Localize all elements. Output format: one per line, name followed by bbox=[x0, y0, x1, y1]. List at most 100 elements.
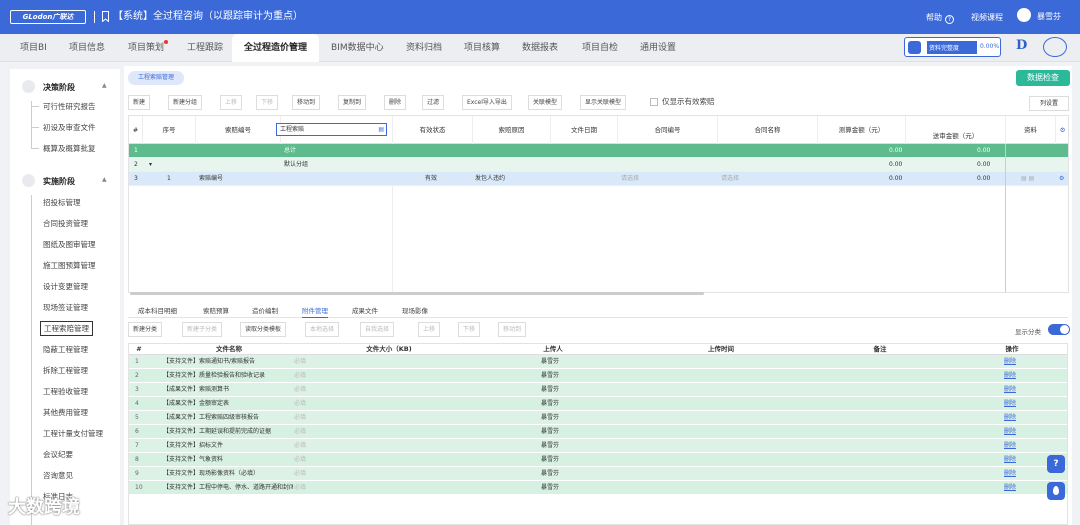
filter-button[interactable]: 过滤 bbox=[422, 95, 445, 110]
delete-link[interactable]: 删除 bbox=[1004, 467, 1016, 481]
show-linked-model-button[interactable]: 显示关联模型 bbox=[580, 95, 627, 110]
bookmark-icon[interactable] bbox=[102, 11, 109, 22]
sidebar-item-budget-approval[interactable]: 概算及概算批复 bbox=[43, 143, 96, 154]
tab-accounting[interactable]: 项目核算 bbox=[464, 34, 500, 62]
move-to-button[interactable]: 移动到 bbox=[498, 322, 527, 337]
table-row[interactable]: 1 【支持文件】索赔通知书/索赔报告 必填 暴雪芬 删除 bbox=[129, 355, 1067, 369]
table-row[interactable]: 2 【支持文件】质量检验报告和验收记录 必填 暴雪芬 删除 bbox=[129, 369, 1067, 383]
new-group-button[interactable]: 新建分组 bbox=[168, 95, 203, 110]
cell-status[interactable]: 有效 bbox=[425, 172, 437, 186]
tab-settings[interactable]: 通用设置 bbox=[640, 34, 676, 62]
sidebar-item-bidding[interactable]: 招投标管理 bbox=[43, 197, 81, 208]
show-category-toggle[interactable] bbox=[1048, 324, 1070, 335]
username-label[interactable]: 暴雪芬 bbox=[1037, 11, 1061, 22]
avatar[interactable] bbox=[1017, 8, 1031, 22]
sidebar-item-drawings[interactable]: 图纸及图审管理 bbox=[43, 239, 96, 250]
tab-project-planning[interactable]: 项目策划 bbox=[128, 34, 164, 62]
tab-tracking[interactable]: 工程跟踪 bbox=[187, 34, 223, 62]
table-row[interactable]: 7 【支持文件】招标文件 必填 暴雪芬 删除 bbox=[129, 439, 1067, 453]
cell-filename[interactable]: 【支持文件】工期延误和提前完成的证据 bbox=[163, 425, 293, 439]
cell-filename[interactable]: 【支持文件】工程中停电、停水、道路开通和封闭 bbox=[163, 481, 293, 495]
cell-filename[interactable]: 【成果文件】金额审定表 bbox=[163, 397, 293, 411]
self-select-button[interactable]: 自我选择 bbox=[360, 322, 395, 337]
cell-filename[interactable]: 【成果文件】索赔测算书 bbox=[163, 383, 293, 397]
list-icon[interactable]: ▤ bbox=[378, 124, 384, 135]
gear-icon[interactable]: ⚙ bbox=[1059, 172, 1064, 186]
cell-filename[interactable]: 【成果文件】工程索赔四级审核报告 bbox=[163, 411, 293, 425]
table-row[interactable]: 4 【成果文件】金额审定表 必填 暴雪芬 删除 bbox=[129, 397, 1067, 411]
valid-claims-checkbox[interactable] bbox=[650, 98, 658, 106]
sidebar-section-implementation[interactable]: 实施阶段 ▲ bbox=[10, 170, 120, 192]
move-down-button[interactable]: 下移 bbox=[458, 322, 481, 337]
help-link[interactable]: 帮助? bbox=[926, 12, 954, 24]
new-button[interactable]: 新建 bbox=[128, 95, 151, 110]
sidebar-item-feasibility[interactable]: 可行性研究报告 bbox=[43, 101, 96, 112]
sidebar-item-other-costs[interactable]: 其他费用管理 bbox=[43, 407, 88, 418]
tab-project-bi[interactable]: 项目BI bbox=[20, 34, 47, 62]
cell-filename[interactable]: 【支持文件】质量检验报告和验收记录 bbox=[163, 369, 293, 383]
cell-filename[interactable]: 【支持文件】索赔通知书/索赔报告 bbox=[163, 355, 293, 369]
gear-icon[interactable]: ⚙ bbox=[1056, 116, 1068, 144]
table-row[interactable]: 9 【支持文件】现场影像资料（必填） 必填 暴雪芬 删除 bbox=[129, 467, 1067, 481]
move-up-button[interactable]: 上移 bbox=[220, 95, 243, 110]
sidebar-item-consulting[interactable]: 咨询意见 bbox=[43, 470, 73, 481]
delete-link[interactable]: 删除 bbox=[1004, 383, 1016, 397]
table-row[interactable]: 2 ▾ 默认分组 0.00 0.00 bbox=[129, 158, 1068, 172]
breadcrumb[interactable]: 工程索赔管理 bbox=[128, 71, 185, 85]
delete-link[interactable]: 删除 bbox=[1004, 481, 1016, 495]
question-icon[interactable]: ? bbox=[1047, 455, 1065, 473]
copy-to-button[interactable]: 复制到 bbox=[338, 95, 367, 110]
cloud-icon[interactable] bbox=[1043, 37, 1067, 57]
tab-project-info[interactable]: 项目信息 bbox=[69, 34, 105, 62]
sidebar-item-preliminary-design[interactable]: 初设及审查文件 bbox=[43, 122, 96, 133]
delete-link[interactable]: 删除 bbox=[1004, 397, 1016, 411]
delete-link[interactable]: 删除 bbox=[1004, 355, 1016, 369]
sidebar-item-demolition[interactable]: 拆除工程管理 bbox=[43, 365, 88, 376]
tab-cost-compilation[interactable]: 造价编制 bbox=[252, 304, 278, 318]
sidebar-item-claims[interactable]: 工程索赔管理 bbox=[40, 321, 93, 336]
tab-attachments[interactable]: 附件管理 bbox=[302, 304, 328, 318]
sidebar-item-acceptance[interactable]: 工程验收管理 bbox=[43, 386, 88, 397]
table-row[interactable]: 8 【支持文件】气象资料 必填 暴雪芬 删除 bbox=[129, 453, 1067, 467]
sidebar-item-contract[interactable]: 合同投资管理 bbox=[43, 218, 88, 229]
sidebar-item-minutes[interactable]: 会议纪要 bbox=[43, 449, 73, 460]
cell-filename[interactable]: 【支持文件】气象资料 bbox=[163, 453, 293, 467]
tab-site-images[interactable]: 现场影像 bbox=[402, 304, 428, 318]
tab-claim-budget[interactable]: 索赔预算 bbox=[203, 304, 229, 318]
move-down-button[interactable]: 下移 bbox=[256, 95, 279, 110]
new-category-button[interactable]: 新建分类 bbox=[128, 322, 163, 337]
table-row[interactable]: 3 1 索赔编号 有效 发包人违约 请选择 请选择 0.00 0.00 ▤ ▤ … bbox=[129, 172, 1068, 186]
delete-button[interactable]: 删除 bbox=[384, 95, 407, 110]
sidebar-item-concealed[interactable]: 隐蔽工程管理 bbox=[43, 344, 88, 355]
delete-link[interactable]: 删除 bbox=[1004, 369, 1016, 383]
location-icon[interactable] bbox=[1047, 482, 1065, 500]
link-model-button[interactable]: 关联模型 bbox=[528, 95, 563, 110]
local-select-button[interactable]: 本地选择 bbox=[305, 322, 340, 337]
table-row[interactable]: 3 【成果文件】索赔测算书 必填 暴雪芬 删除 bbox=[129, 383, 1067, 397]
tab-bim-center[interactable]: BIM数据中心 bbox=[331, 34, 384, 62]
new-subcategory-button[interactable]: 新建子分类 bbox=[182, 322, 223, 337]
delete-link[interactable]: 删除 bbox=[1004, 453, 1016, 467]
cell-contract-no[interactable]: 请选择 bbox=[621, 172, 639, 186]
sidebar-section-decision[interactable]: 决策阶段 ▲ bbox=[10, 76, 120, 98]
sidebar-item-payment[interactable]: 工程计量支付管理 bbox=[43, 428, 103, 439]
load-template-button[interactable]: 读取分类模板 bbox=[240, 322, 287, 337]
cell-filename[interactable]: 【支持文件】现场影像资料（必填） bbox=[163, 467, 293, 481]
delete-link[interactable]: 删除 bbox=[1004, 439, 1016, 453]
collapse-icon[interactable]: ▾ bbox=[149, 158, 152, 172]
cell-reason[interactable]: 发包人违约 bbox=[475, 172, 505, 186]
excel-import-export-button[interactable]: Excel导入导出 bbox=[462, 95, 512, 110]
tab-cost-items[interactable]: 成本科目明细 bbox=[138, 304, 177, 318]
sidebar-item-design-change[interactable]: 设计变更管理 bbox=[43, 281, 88, 292]
cell-contract-name[interactable]: 请选择 bbox=[721, 172, 739, 186]
sidebar-item-site-visa[interactable]: 现场签证管理 bbox=[43, 302, 88, 313]
move-up-button[interactable]: 上移 bbox=[418, 322, 441, 337]
move-to-button[interactable]: 移动到 bbox=[292, 95, 321, 110]
completeness-indicator[interactable]: 资料完整度 0.00% bbox=[904, 37, 1001, 57]
tab-reports[interactable]: 数据报表 bbox=[522, 34, 558, 62]
tab-result-files[interactable]: 成果文件 bbox=[352, 304, 378, 318]
video-course-link[interactable]: 视频课程 bbox=[971, 12, 1003, 23]
tab-archive[interactable]: 资料归档 bbox=[406, 34, 442, 62]
table-row[interactable]: 6 【支持文件】工期延误和提前完成的证据 必填 暴雪芬 删除 bbox=[129, 425, 1067, 439]
attachment-icon[interactable]: ▤ ▤ bbox=[1021, 172, 1034, 186]
